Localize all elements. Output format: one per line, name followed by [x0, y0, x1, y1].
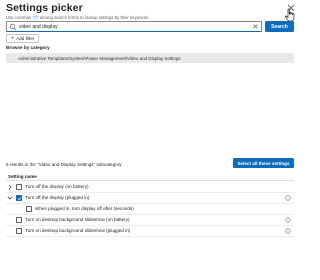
setting-label: Turn off the display (on battery) [25, 184, 89, 189]
search-button[interactable]: Search [265, 21, 294, 32]
chevron-right-icon[interactable] [7, 184, 13, 190]
settings-picker-panel: Settings picker Use commas "," among sea… [0, 0, 300, 280]
info-icon[interactable] [285, 217, 291, 223]
checkmark-icon [17, 197, 22, 201]
add-filter-label: Add filter [16, 36, 35, 41]
setting-row[interactable]: Turn on desktop background slideshow (on… [6, 215, 294, 226]
setting-checkbox[interactable] [16, 184, 22, 190]
chevron-down-icon[interactable] [7, 195, 13, 201]
browse-by-category-label: Browse by category [6, 45, 50, 50]
results-count: 6 results in the "Video and Display Sett… [6, 162, 122, 167]
setting-label: Turn on desktop background slideshow (pl… [25, 228, 131, 233]
clear-search-icon[interactable] [252, 23, 259, 30]
select-all-settings-button[interactable]: Select all these settings [233, 158, 294, 168]
setting-checkbox[interactable] [16, 217, 22, 223]
category-breadcrumb[interactable]: Administrative Templates\System\Power Ma… [6, 53, 294, 63]
setting-row[interactable]: Turn on desktop background slideshow (pl… [6, 226, 294, 237]
column-header-setting-name: Setting name [6, 172, 294, 181]
setting-checkbox[interactable] [26, 206, 32, 212]
hand-cursor-icon [285, 8, 295, 22]
setting-row[interactable]: Turn off the display (plugged in) [6, 193, 294, 204]
setting-checkbox[interactable] [16, 228, 22, 234]
plus-icon: + [10, 35, 15, 42]
setting-row[interactable]: Turn off the display (on battery) [6, 182, 294, 193]
search-icon [9, 23, 17, 31]
setting-label: Turn on desktop background slideshow (on… [25, 217, 130, 222]
search-input[interactable] [19, 22, 249, 31]
search-row: Search [6, 21, 294, 32]
subtitle-highlight: "," [32, 15, 39, 20]
add-filter-button[interactable]: + Add filter [6, 34, 39, 43]
setting-checkbox-checked[interactable] [16, 195, 22, 201]
setting-label: When plugged in, turn display off after … [35, 206, 134, 211]
subtitle-after: among search terms to lookup settings by… [39, 15, 149, 20]
setting-row-child[interactable]: When plugged in, turn display off after … [6, 204, 294, 215]
subtitle-before: Use commas [6, 15, 32, 20]
setting-label: Turn off the display (plugged in) [25, 195, 90, 200]
search-box [6, 21, 262, 32]
page-title: Settings picker [6, 2, 83, 14]
subtitle: Use commas "," among search terms to loo… [6, 15, 148, 20]
info-icon[interactable] [285, 195, 291, 201]
info-icon[interactable] [285, 228, 291, 234]
